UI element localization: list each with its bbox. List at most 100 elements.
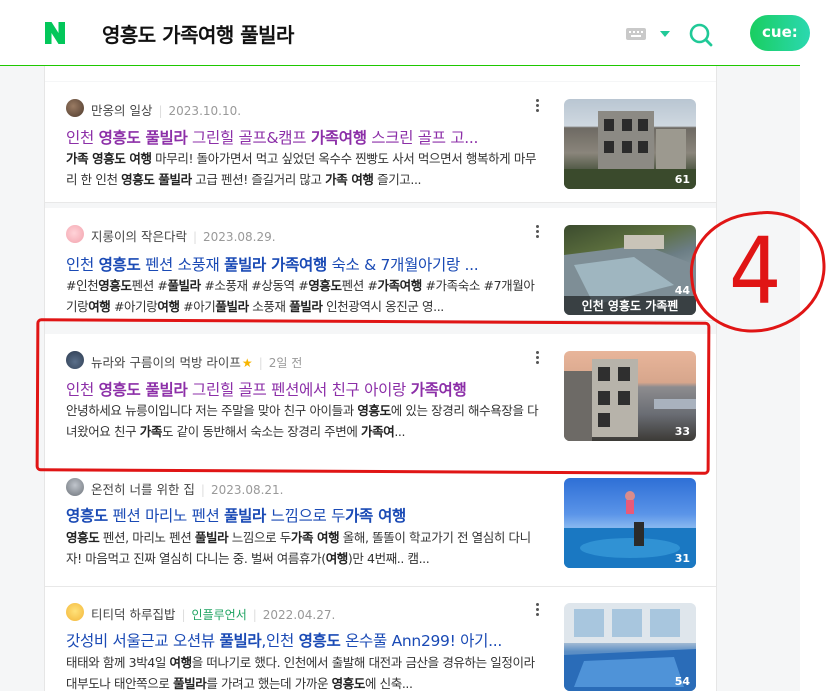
result-snippet[interactable]: 영흥도 펜션, 마리노 펜션 풀빌라 느낌으로 두가족 여행 올해, 똘똘이 학… xyxy=(66,527,540,569)
title-highlight: 영흥도 xyxy=(98,256,141,274)
author-line[interactable]: 티티덕 하루집밥 인플루언서 2022.04.27. xyxy=(91,604,335,623)
snippet-text: #인천 xyxy=(66,278,99,293)
result-card-5: 티티덕 하루집밥 인플루언서 2022.04.27. 갓성비 서울근교 오션뷰 풀빌… xyxy=(45,587,716,691)
snippet-text: #소풍재 #상동역 # xyxy=(200,278,309,293)
title-text: ,인천 xyxy=(261,632,299,650)
snippet-text: #아기랑 xyxy=(110,299,158,314)
author-name[interactable]: 지롱이의 작은다락 xyxy=(91,229,187,244)
more-options-icon[interactable] xyxy=(536,225,540,239)
avatar[interactable] xyxy=(66,225,84,243)
title-text: 인천 xyxy=(66,129,99,147)
search-icon[interactable] xyxy=(688,22,714,48)
post-date: 2023.08.29. xyxy=(193,230,276,244)
naver-logo-icon[interactable] xyxy=(42,20,68,46)
snippet-text: 에 신축... xyxy=(364,676,413,691)
result-title[interactable]: 인천 영흥도 풀빌라 그린힐 골프&캠프 가족여행 스크린 골프 고... xyxy=(66,126,532,148)
cue-button[interactable]: cue: xyxy=(750,15,810,51)
snippet-text: 태태와 함께 3박4일 xyxy=(66,655,170,670)
result-snippet[interactable]: 가족 영흥도 여행 마무리! 돌아가면서 먹고 싶었던 옥수수 찐빵도 사서 먹… xyxy=(66,148,540,190)
chevron-down-icon[interactable] xyxy=(660,31,670,37)
avatar[interactable] xyxy=(66,478,84,496)
snippet-highlight: 가족여행 xyxy=(377,278,422,293)
search-query[interactable]: 영흥도 가족여행 풀빌라 xyxy=(102,19,294,48)
divider xyxy=(45,202,716,203)
author-line[interactable]: 지롱이의 작은다락 2023.08.29. xyxy=(91,226,276,245)
result-thumbnail[interactable]: 61 xyxy=(564,99,696,189)
title-text: 인천 xyxy=(66,256,99,274)
snippet-text: 고급 펜션! 즐길거리 많고 xyxy=(191,172,326,187)
snippet-highlight: 가족 여행 xyxy=(290,530,340,545)
influencer-badge[interactable]: 인플루언서 xyxy=(181,608,246,622)
author-line[interactable]: 온전히 너를 위한 집 2023.08.21. xyxy=(91,479,284,498)
snippet-highlight: 영흥도 xyxy=(66,530,100,545)
divider xyxy=(716,66,717,691)
list-item xyxy=(45,66,716,81)
snippet-highlight: 영흥도 xyxy=(98,278,132,293)
snippet-highlight: 가족 영흥도 여행 xyxy=(66,151,152,166)
snippet-highlight: 풀빌라 xyxy=(194,530,229,545)
title-text: 갓성비 서울근교 오션뷰 xyxy=(66,632,220,650)
result-thumbnail[interactable]: 54 xyxy=(564,603,696,691)
snippet-text: 펜션, 마리노 펜션 xyxy=(99,530,195,545)
result-card-4: 온전히 너를 위한 집 2023.08.21. 영흥도 펜션 마리노 펜션 풀빌라… xyxy=(45,460,716,586)
snippet-highlight: 풀빌라 xyxy=(289,299,323,314)
result-thumbnail[interactable]: 31 xyxy=(564,478,696,568)
title-highlight: 풀빌라 xyxy=(219,632,262,650)
post-date: 2022.04.27. xyxy=(253,608,336,622)
more-options-icon[interactable] xyxy=(536,603,540,617)
title-highlight: 영흥도 xyxy=(298,632,341,650)
title-highlight: 영흥도 풀빌라 xyxy=(98,129,188,147)
snippet-highlight: 가족 여행 xyxy=(325,172,374,187)
snippet-text: 펜션 # xyxy=(131,278,168,293)
highlight-box xyxy=(35,318,711,475)
more-options-icon[interactable] xyxy=(536,99,540,113)
snippet-highlight: 영흥도 xyxy=(331,676,366,691)
title-text: 숙소 & 7개월아기랑 ... xyxy=(326,256,479,274)
snippet-highlight: 풀빌라 xyxy=(167,278,201,293)
title-highlight: 풀빌라 xyxy=(224,507,267,525)
photo-count: 44 xyxy=(674,284,690,297)
keyboard-icon[interactable] xyxy=(626,28,646,40)
snippet-highlight: 여행 xyxy=(169,655,193,670)
snippet-text: 느낌으로 두 xyxy=(228,530,291,545)
snippet-text: 즐기고... xyxy=(373,172,422,187)
annotation-number: 4 xyxy=(728,218,782,325)
search-header: 영흥도 가족여행 풀빌라 cue: xyxy=(0,0,810,66)
snippet-highlight: 풀빌라 xyxy=(173,676,207,691)
avatar[interactable] xyxy=(66,603,84,621)
result-thumbnail[interactable]: 인천 영흥도 가족펜 44 xyxy=(564,225,696,315)
title-text: 느낌으로 두 xyxy=(266,507,346,525)
photo-count: 54 xyxy=(674,675,690,688)
snippet-text: 펜션 # xyxy=(341,278,378,293)
author-name[interactable]: 만옹의 일상 xyxy=(91,103,152,118)
snippet-highlight: 풀빌라 xyxy=(215,299,249,314)
title-text: 펜션 소풍재 xyxy=(140,256,225,274)
photo-count: 31 xyxy=(674,552,690,565)
avatar[interactable] xyxy=(66,99,84,117)
title-text: 스크린 골프 고... xyxy=(366,129,479,147)
author-name[interactable]: 온전히 너를 위한 집 xyxy=(91,482,195,497)
snippet-highlight: 여행 xyxy=(325,551,349,566)
author-name[interactable]: 티티덕 하루집밥 xyxy=(91,607,175,622)
snippet-highlight: 여행 xyxy=(157,299,180,314)
title-highlight: 영흥도 xyxy=(66,507,108,525)
result-title[interactable]: 인천 영흥도 펜션 소풍재 풀빌라 가족여행 숙소 & 7개월아기랑 ... xyxy=(66,253,532,275)
result-snippet[interactable]: #인천영흥도펜션 #풀빌라 #소풍재 #상동역 #영흥도펜션 #가족여행 #가족… xyxy=(66,275,540,317)
snippet-text: 를 가려고 했는데 가까운 xyxy=(206,676,332,691)
result-title[interactable]: 갓성비 서울근교 오션뷰 풀빌라,인천 영흥도 온수풀 Ann299! 아기..… xyxy=(66,629,532,651)
result-title[interactable]: 영흥도 펜션 마리노 펜션 풀빌라 느낌으로 두가족 여행 xyxy=(66,504,532,526)
photo-count: 61 xyxy=(674,173,690,186)
thumbnail-caption: 인천 영흥도 가족펜 xyxy=(564,296,696,315)
snippet-text: 인천광역시 옹진군 영... xyxy=(322,299,444,314)
snippet-text: )만 4번째.. 캠... xyxy=(347,551,430,566)
title-text: 펜션 마리노 펜션 xyxy=(107,507,225,525)
author-line[interactable]: 만옹의 일상 2023.10.10. xyxy=(91,100,241,119)
snippet-highlight: 영흥도 풀빌라 xyxy=(121,172,192,187)
post-date: 2023.10.10. xyxy=(158,104,241,118)
title-highlight: 가족 여행 xyxy=(345,507,407,525)
result-snippet[interactable]: 태태와 함께 3박4일 여행을 떠나기로 했다. 인천에서 출발해 대전과 금산… xyxy=(66,652,540,691)
result-card-2: 지롱이의 작은다락 2023.08.29. 인천 영흥도 펜션 소풍재 풀빌라 가… xyxy=(45,208,716,320)
post-date: 2023.08.21. xyxy=(201,483,284,497)
title-highlight: 풀빌라 가족여행 xyxy=(224,256,327,274)
snippet-highlight: 여행 xyxy=(88,299,111,314)
